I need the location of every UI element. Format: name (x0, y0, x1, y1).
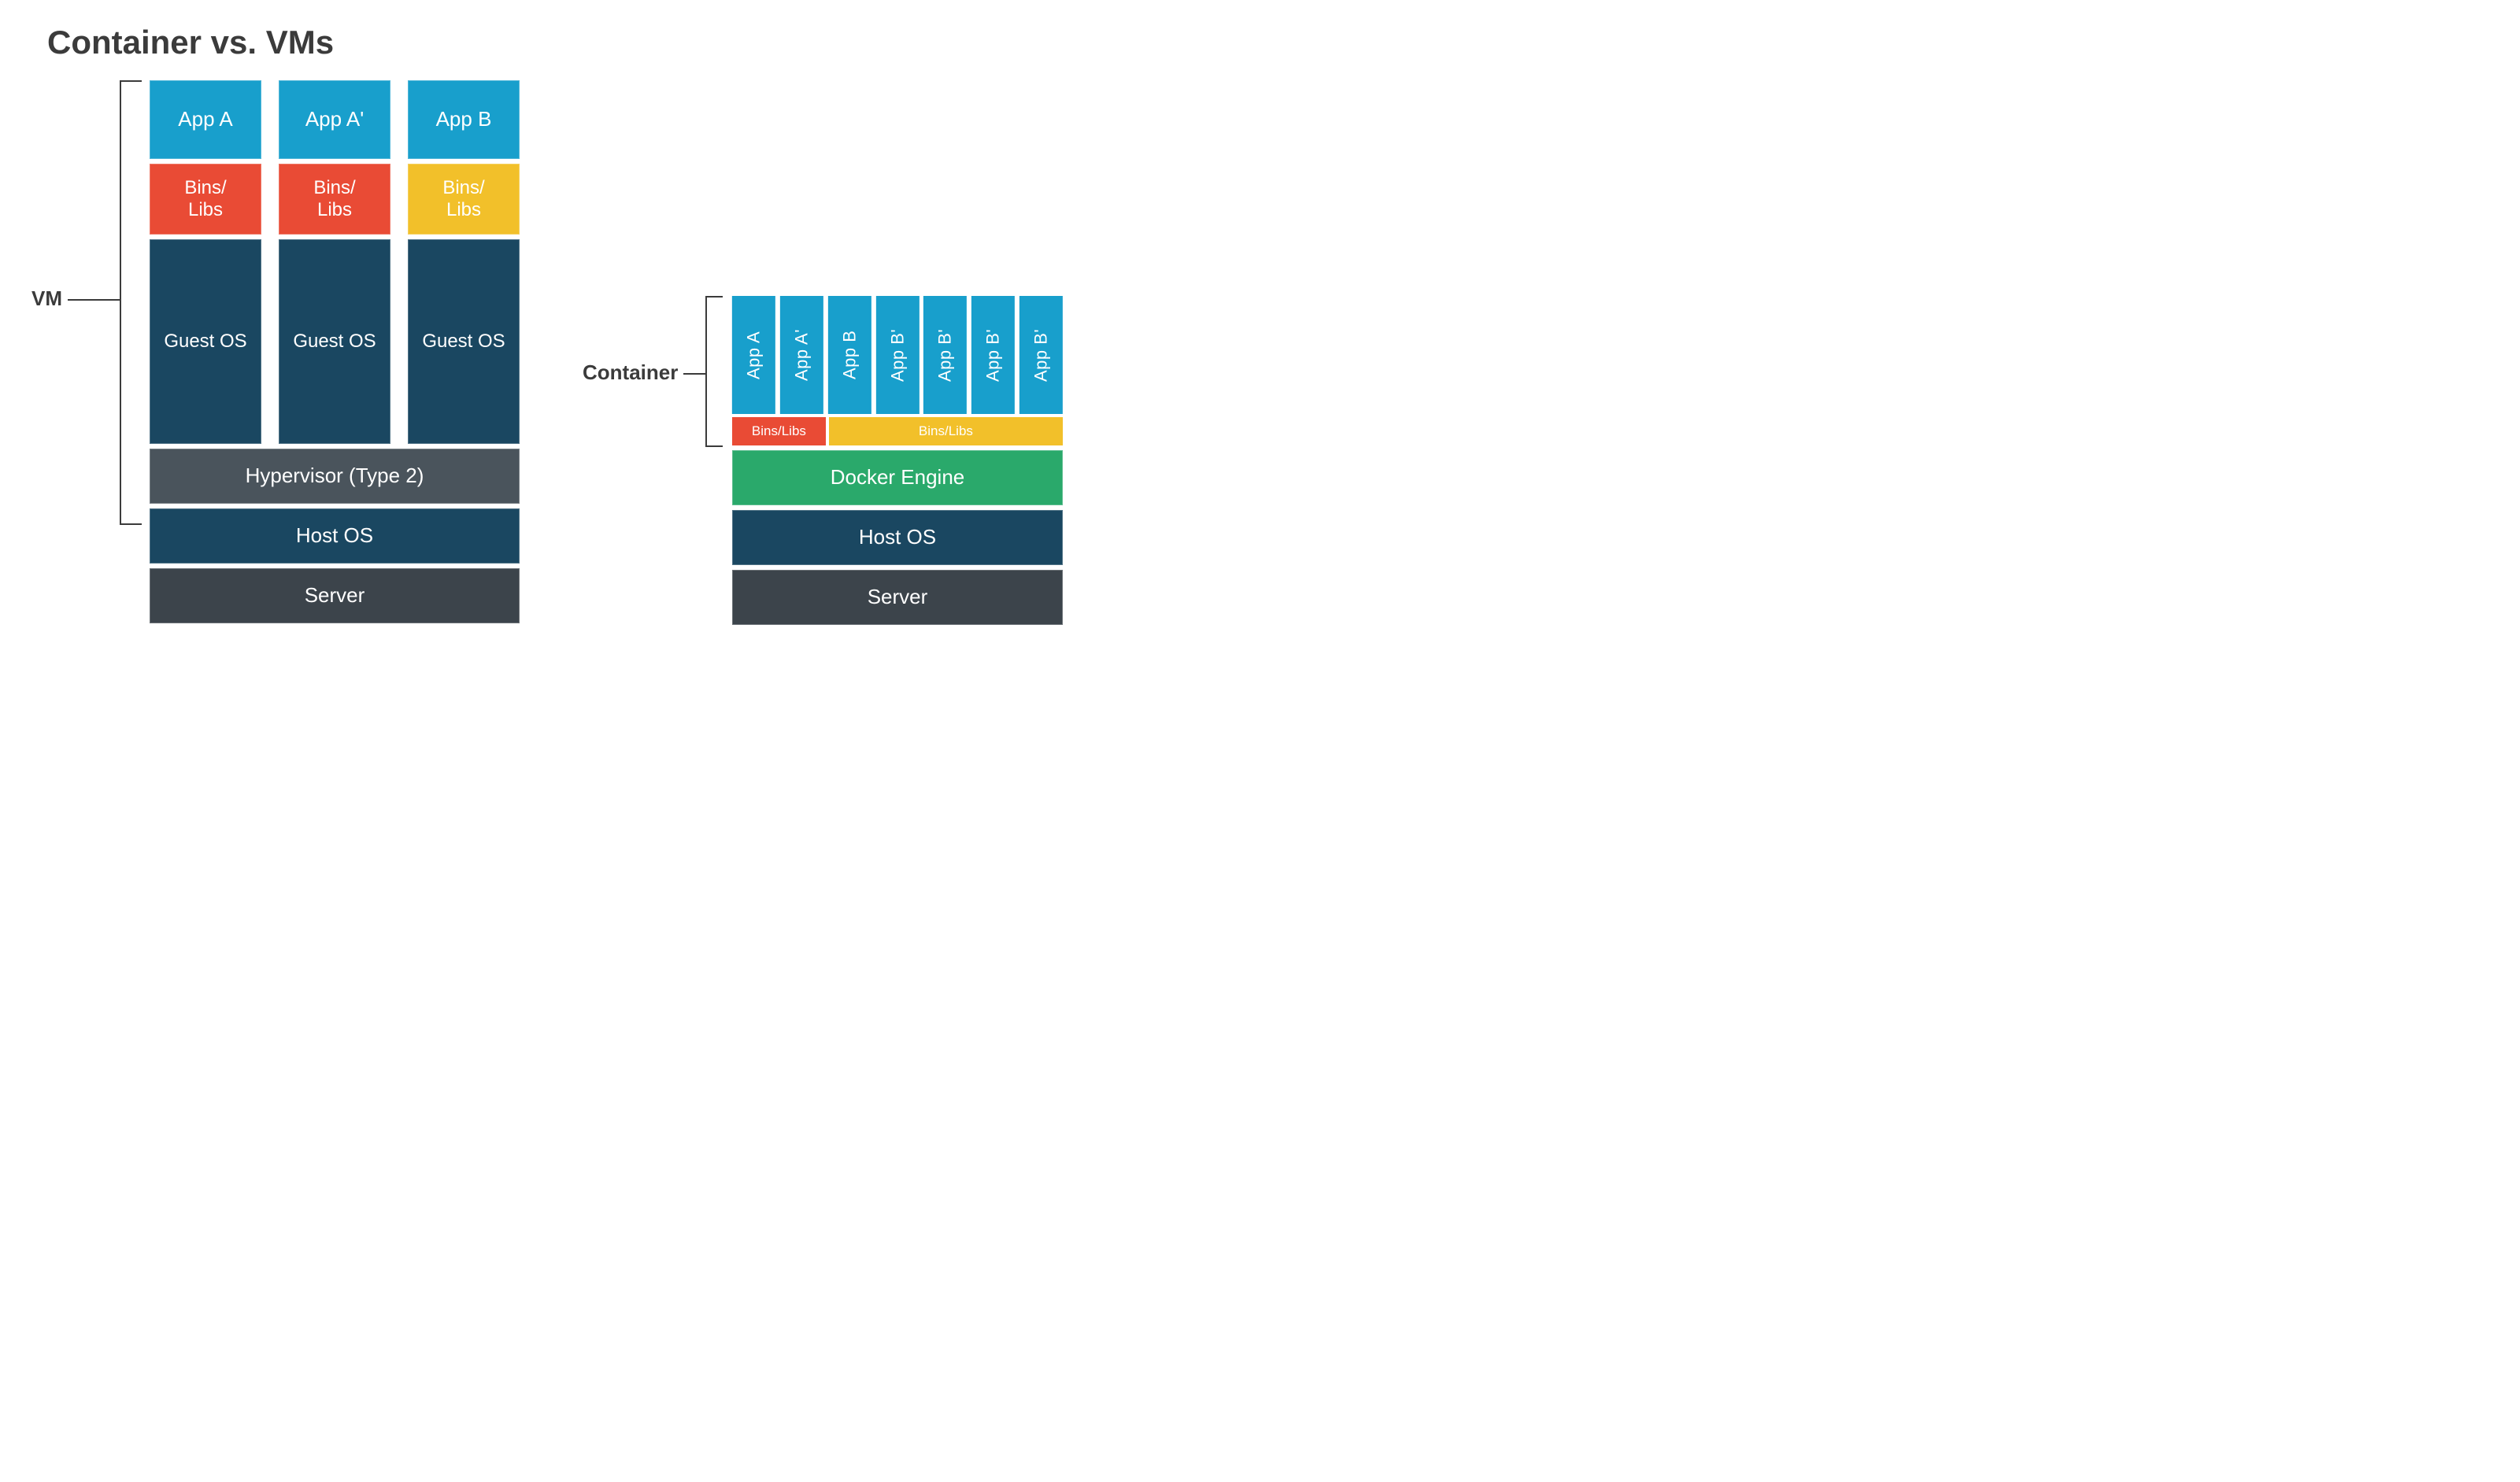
hypervisor-box: Hypervisor (Type 2) (150, 449, 520, 504)
container-bracket-label: Container (583, 360, 678, 385)
vm-guest-os-box: Guest OS (408, 239, 520, 444)
container-app-row: App A App A' App B App B' App B' App B' … (732, 296, 1063, 414)
container-bins-box: Bins/Libs (829, 417, 1063, 445)
vm-bins-box: Bins/ Libs (408, 164, 520, 235)
container-app-box: App B' (923, 296, 967, 414)
container-stack: App A App A' App B App B' App B' App B' … (732, 296, 1063, 625)
container-diagram: Container App A App A' App B App B' App … (583, 296, 1063, 623)
diagram-title: Container vs. VMs (47, 24, 1102, 61)
container-server-box: Server (732, 570, 1063, 625)
container-host-os-box: Host OS (732, 510, 1063, 565)
container-app-box: App A' (780, 296, 823, 414)
vm-guest-os-box: Guest OS (279, 239, 390, 444)
vm-host-os-box: Host OS (150, 508, 520, 564)
vm-bracket-label: VM (31, 286, 62, 311)
vm-guest-os-box: Guest OS (150, 239, 261, 444)
vm-app-box: App B (408, 80, 520, 159)
container-bracket (705, 296, 723, 447)
vm-bracket (120, 80, 142, 525)
container-app-box: App B' (1019, 296, 1063, 414)
container-app-box: App B' (971, 296, 1015, 414)
vm-label-connector (68, 299, 120, 301)
container-bins-row: Bins/Libs Bins/Libs (732, 417, 1063, 445)
container-app-box: App A (732, 296, 775, 414)
docker-engine-box: Docker Engine (732, 450, 1063, 505)
vm-bins-box: Bins/ Libs (279, 164, 390, 235)
container-app-box: App B' (876, 296, 920, 414)
vm-diagram: VM App A Bins/ Libs Guest OS App A' Bins… (31, 80, 520, 623)
vm-columns: App A Bins/ Libs Guest OS App A' Bins/ L… (150, 80, 520, 444)
vm-server-box: Server (150, 568, 520, 623)
vm-column-2: App B Bins/ Libs Guest OS (408, 80, 520, 444)
vm-column-0: App A Bins/ Libs Guest OS (150, 80, 261, 444)
vm-stack: App A Bins/ Libs Guest OS App A' Bins/ L… (150, 80, 520, 623)
vm-bins-box: Bins/ Libs (150, 164, 261, 235)
container-bins-box: Bins/Libs (732, 417, 826, 445)
vm-app-box: App A' (279, 80, 390, 159)
container-label-connector (683, 373, 707, 375)
diagram-container: VM App A Bins/ Libs Guest OS App A' Bins… (31, 80, 1102, 623)
vm-column-1: App A' Bins/ Libs Guest OS (279, 80, 390, 444)
container-app-box: App B (828, 296, 871, 414)
vm-app-box: App A (150, 80, 261, 159)
